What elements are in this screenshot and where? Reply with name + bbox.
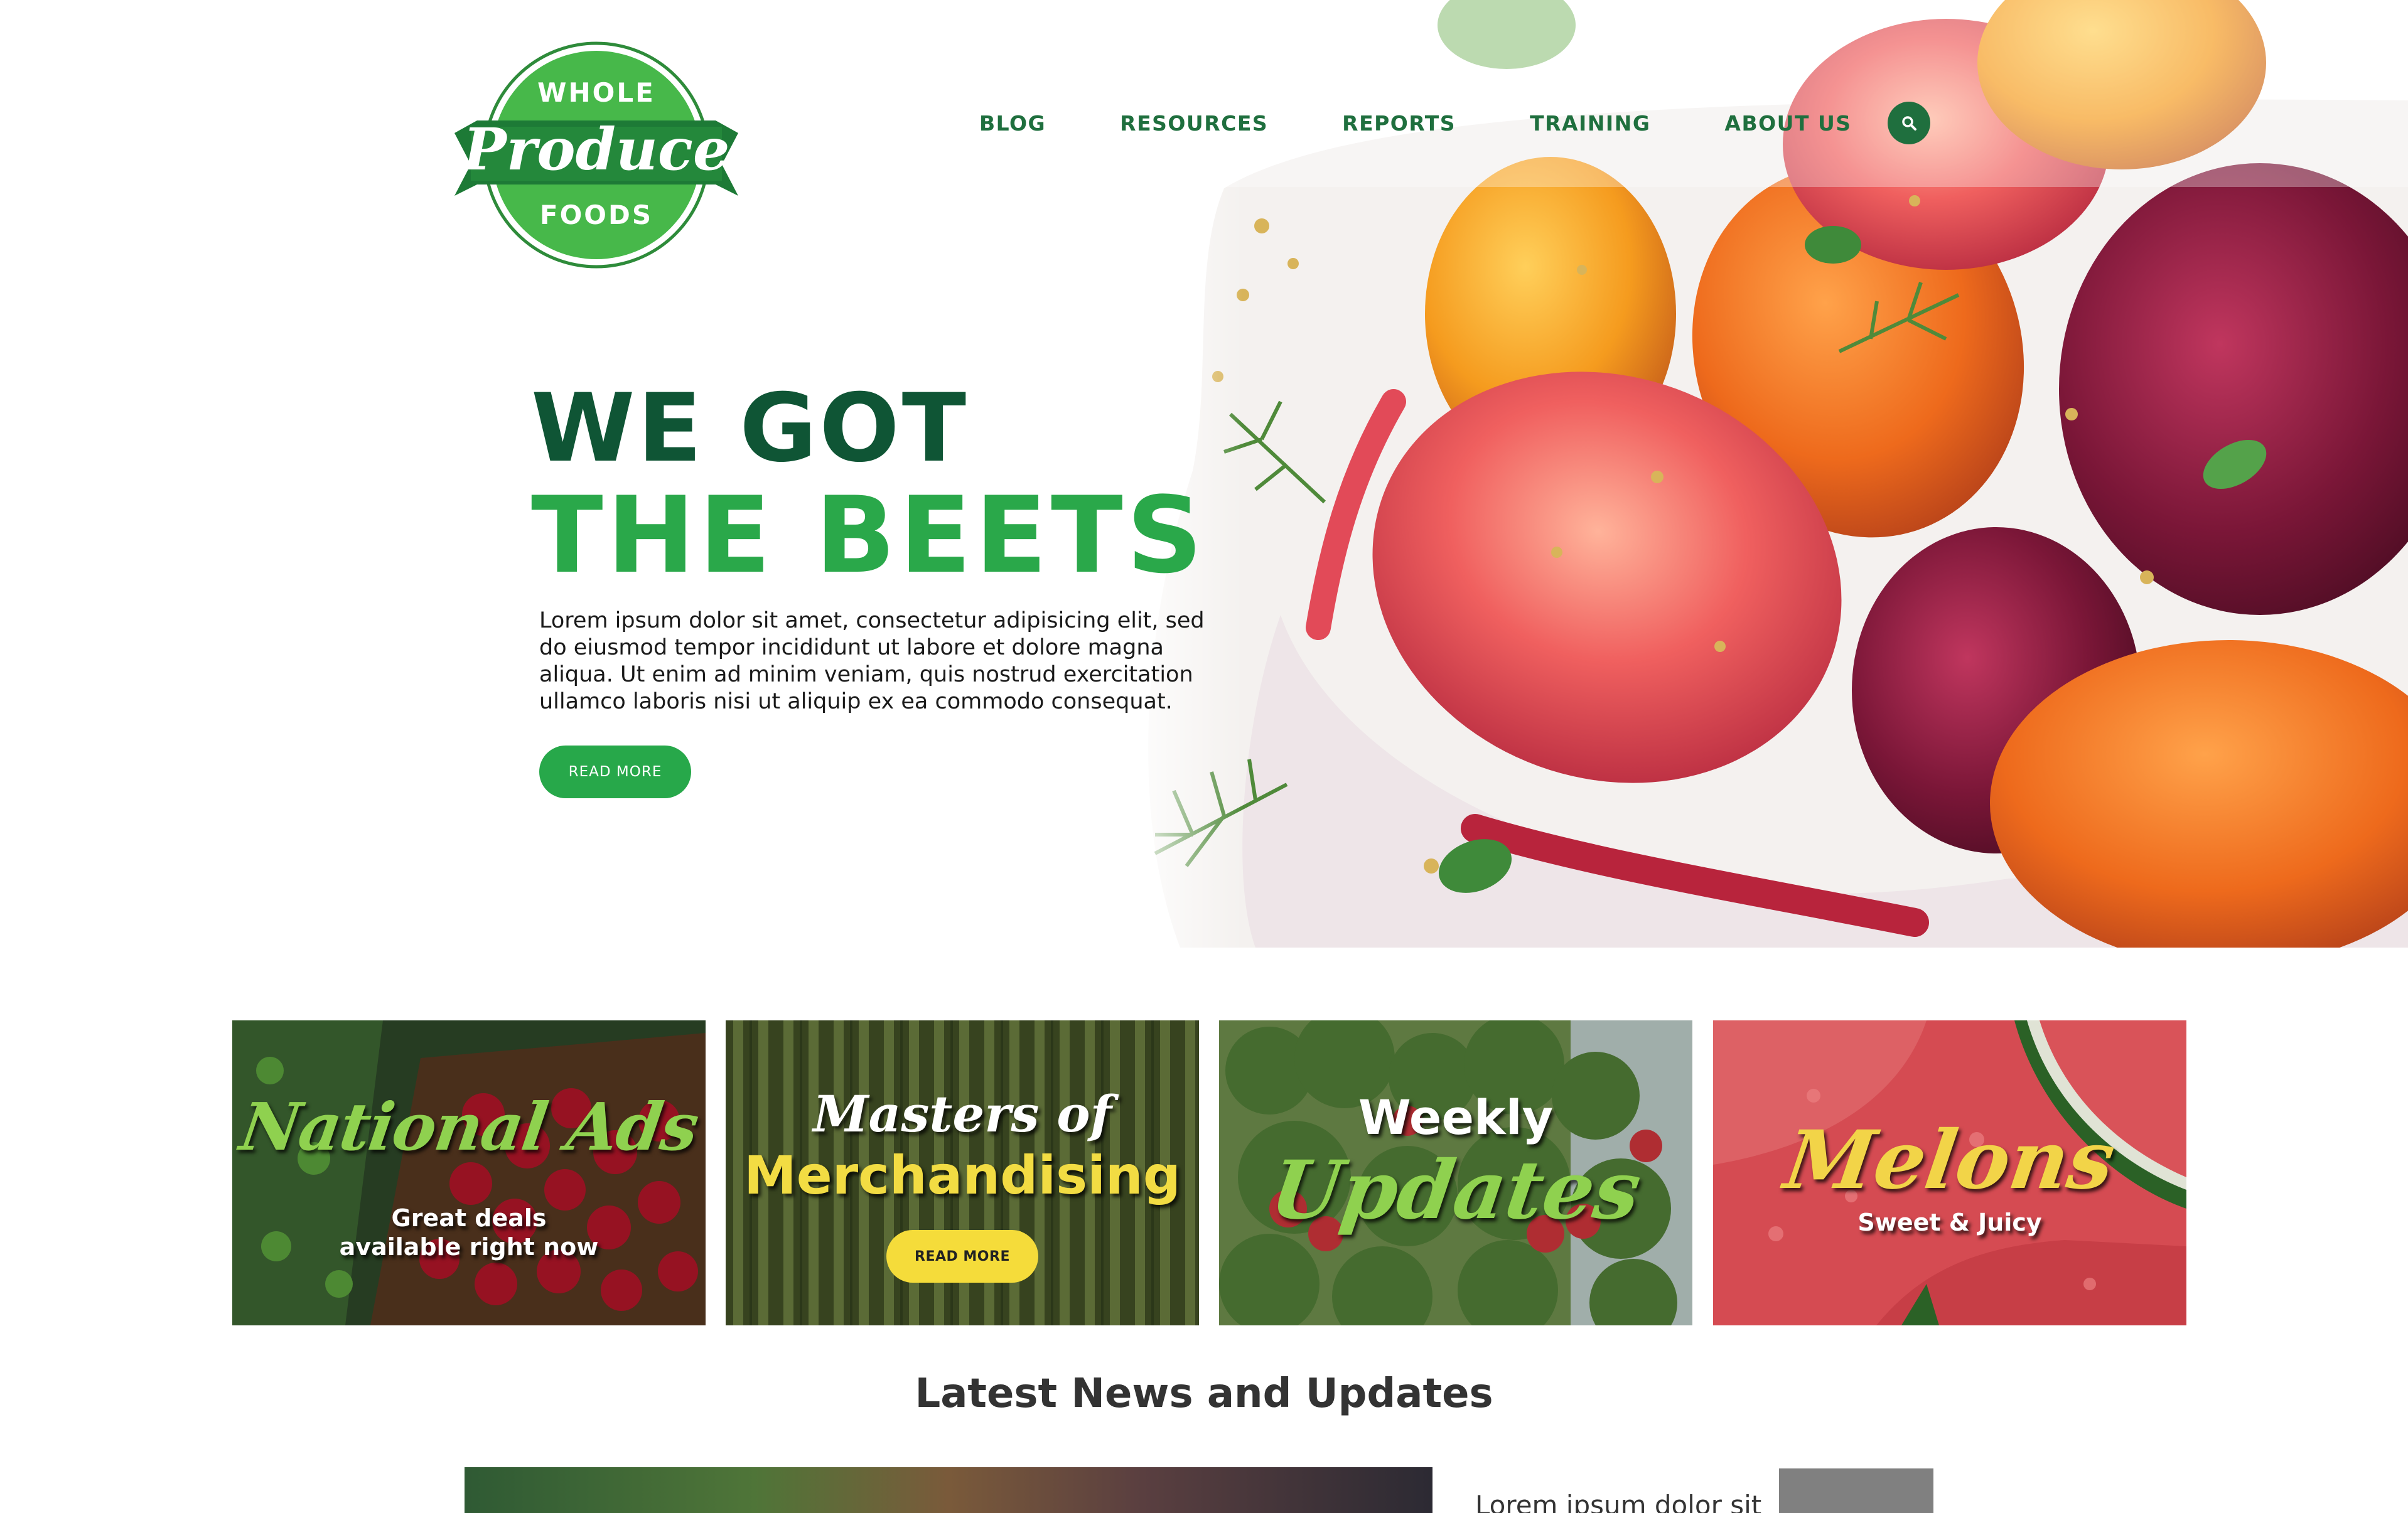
card-masters-of-merchandising[interactable]: Masters of Merchandising READ MORE (726, 1020, 1199, 1325)
hero-read-more-button[interactable]: READ MORE (539, 746, 691, 798)
news-item-title[interactable]: Lorem ipsum dolor sit (1475, 1490, 1761, 1513)
svg-text:FOODS: FOODS (540, 200, 653, 230)
strawberries-image (232, 1020, 706, 1325)
search-icon (1902, 116, 1916, 131)
nav-resources[interactable]: RESOURCES (1120, 108, 1268, 139)
header-nav-bar (0, 0, 2408, 187)
card-melons-subtitle: Sweet & Juicy (1857, 1209, 2042, 1236)
main-nav: BLOG RESOURCES REPORTS TRAINING ABOUT US (979, 108, 1926, 139)
nav-reports[interactable]: REPORTS (1342, 108, 1456, 139)
hero-section: WHOLE Produce FOODS BLOG RESOURCES REPOR… (0, 0, 2408, 948)
nav-blog[interactable]: BLOG (979, 108, 1046, 139)
card-merchandising-read-more-button[interactable]: READ MORE (886, 1230, 1038, 1283)
news-section-heading: Latest News and Updates (915, 1371, 1493, 1417)
card-merchandising-subtitle: Merchandising (744, 1145, 1181, 1206)
hero-heading-line-2: THE BEETS (531, 474, 1207, 597)
card-masters-title: Masters of (812, 1084, 1112, 1143)
hero-body-text: Lorem ipsum dolor sit amet, consectetur … (539, 608, 1205, 714)
svg-text:Produce: Produce (461, 115, 730, 183)
hero-heading-line-1: WE GOT (531, 374, 969, 483)
nav-about-us[interactable]: ABOUT US (1724, 108, 1851, 139)
news-featured-image[interactable] (465, 1467, 1432, 1513)
search-button[interactable] (1888, 102, 1930, 144)
nav-training[interactable]: TRAINING (1530, 108, 1650, 139)
svg-text:WHOLE: WHOLE (537, 77, 655, 108)
card-weekly-updates[interactable]: Weekly Updates (1219, 1020, 1692, 1325)
card-national-ads-subtitle: Great deals available right now (339, 1204, 599, 1261)
card-national-ads-title: National Ads (235, 1088, 702, 1165)
card-weekly-title: Weekly (1358, 1089, 1554, 1145)
card-updates-subtitle: Updates (1265, 1143, 1647, 1238)
card-melons[interactable]: Melons Sweet & Juicy (1713, 1020, 2186, 1325)
news-item-thumbnail[interactable] (1779, 1468, 1933, 1513)
whole-produce-foods-logo[interactable]: WHOLE Produce FOODS (452, 39, 741, 271)
card-national-ads[interactable]: National Ads Great deals available right… (232, 1020, 706, 1325)
card-melons-title: Melons (1779, 1113, 2120, 1207)
